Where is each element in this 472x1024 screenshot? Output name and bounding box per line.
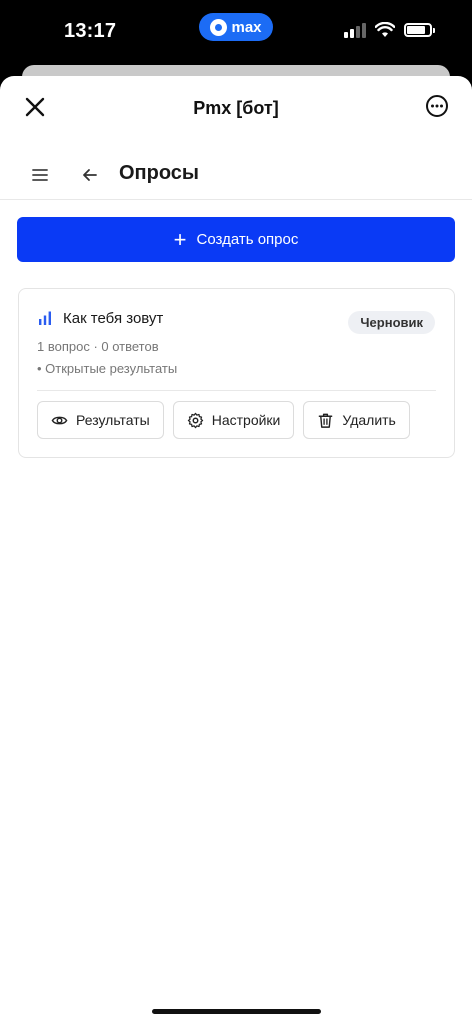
results-button[interactable]: Результаты	[37, 401, 164, 439]
header-divider	[0, 199, 472, 200]
settings-button[interactable]: Настройки	[172, 401, 295, 439]
create-poll-button[interactable]: + Создать опрос	[17, 217, 455, 262]
poll-note: • Открытые результаты	[37, 361, 178, 376]
poll-title: Как тебя зовут	[63, 310, 164, 327]
sheet-header: Pmx [бот]	[0, 76, 472, 140]
page-title: Опросы	[119, 162, 200, 184]
card-divider	[37, 390, 436, 391]
signal-icon	[344, 22, 366, 38]
page-nav: Опросы	[0, 152, 472, 200]
poll-actions: Результаты Настройки Удалить	[37, 401, 410, 439]
home-indicator[interactable]	[152, 1009, 321, 1014]
status-bar: 13:17 max	[0, 0, 472, 64]
poll-card[interactable]: Как тебя зовут Черновик 1 вопрос · 0 отв…	[18, 288, 455, 458]
menu-icon[interactable]	[30, 165, 50, 185]
status-time: 13:17	[64, 20, 117, 42]
trash-icon	[319, 413, 333, 428]
delete-button[interactable]: Удалить	[303, 401, 410, 439]
create-poll-label: Создать опрос	[196, 231, 299, 248]
bar-chart-icon	[39, 311, 51, 325]
app-pill[interactable]: max	[199, 13, 273, 41]
delete-label: Удалить	[342, 412, 396, 428]
back-arrow-icon[interactable]	[80, 165, 100, 185]
wifi-icon	[375, 22, 395, 37]
max-logo-icon	[210, 18, 228, 36]
plus-icon: +	[173, 226, 187, 252]
settings-label: Настройки	[211, 412, 281, 428]
results-label: Результаты	[76, 412, 150, 428]
more-icon[interactable]	[425, 94, 449, 118]
gear-icon	[187, 412, 203, 428]
battery-icon	[404, 23, 435, 37]
status-icons	[344, 22, 435, 38]
poll-meta: 1 вопрос · 0 ответов	[37, 339, 159, 354]
eye-icon	[51, 416, 68, 424]
app-pill-label: max	[231, 18, 262, 36]
sheet-title: Pmx [бот]	[193, 98, 279, 118]
status-badge: Черновик	[348, 311, 435, 334]
bot-sheet: Pmx [бот] Опросы + Создать опрос Как теб…	[0, 76, 472, 1024]
